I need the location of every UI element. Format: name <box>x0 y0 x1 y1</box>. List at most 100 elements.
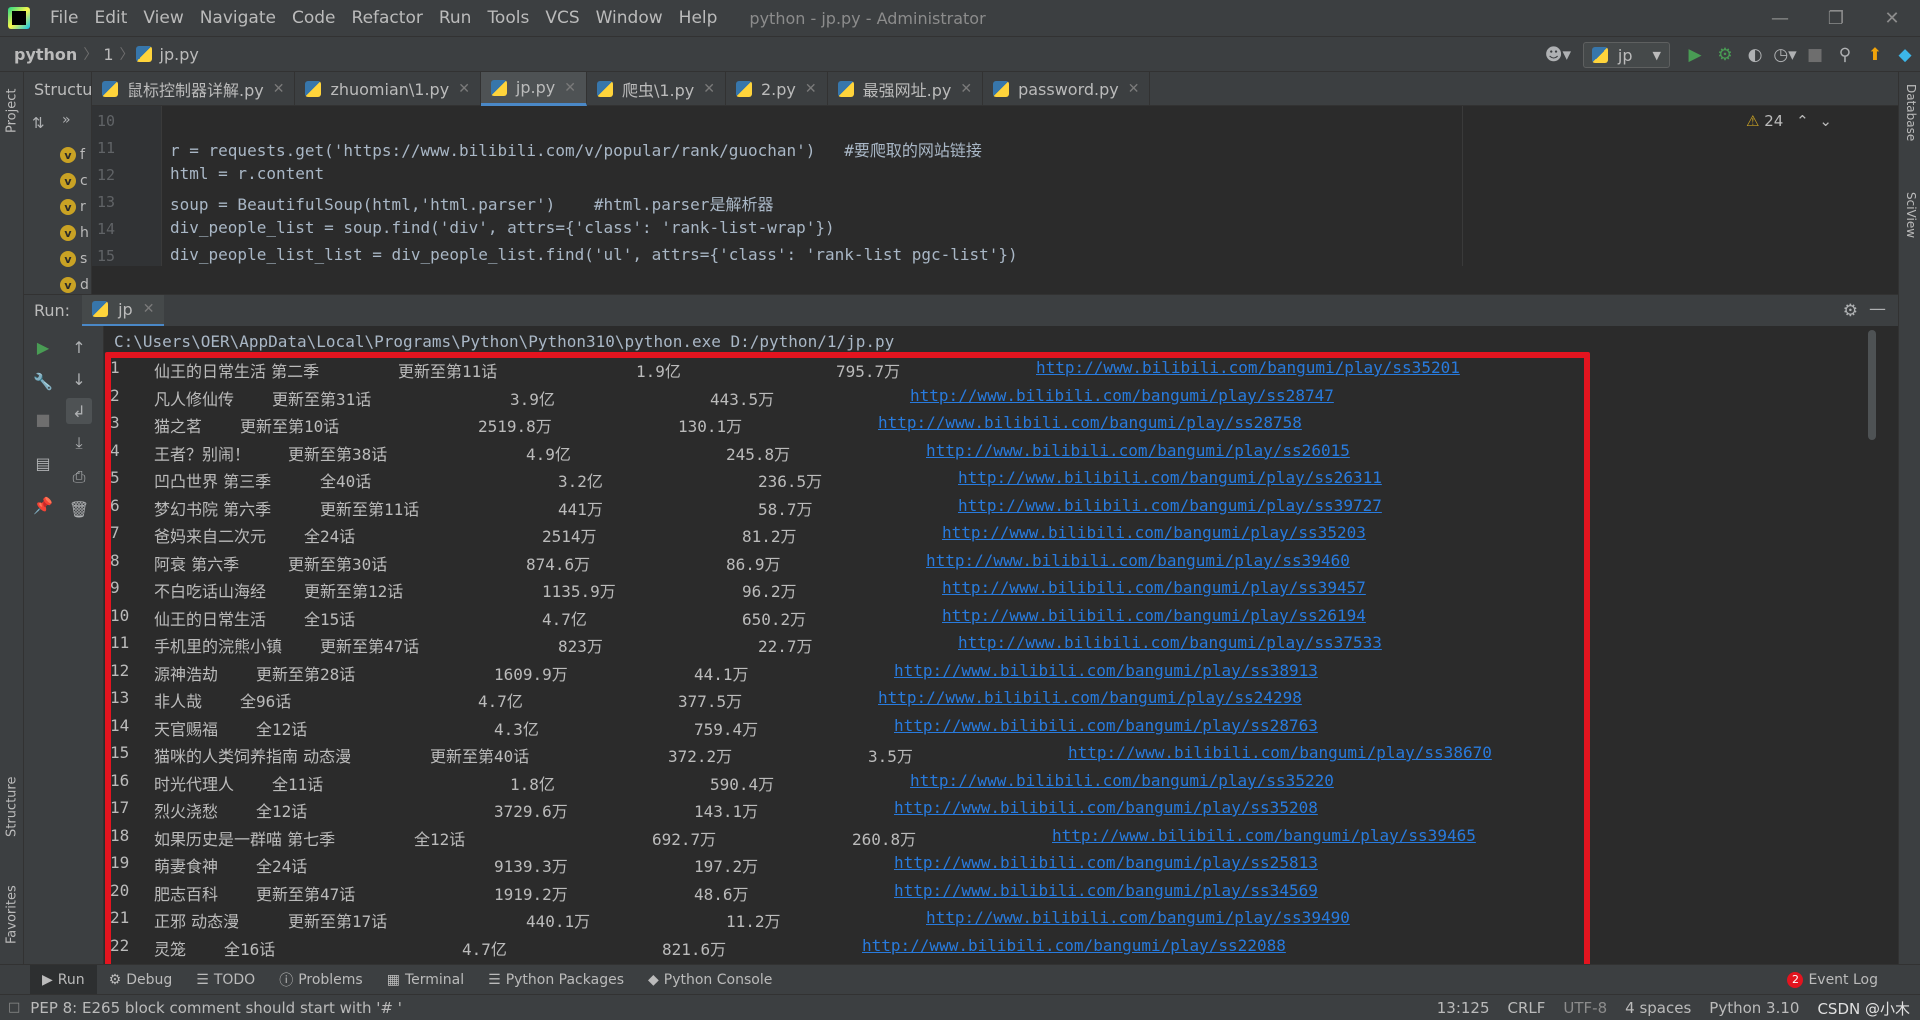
tab-problems[interactable]: ⓘ Problems <box>267 970 375 990</box>
close-tab-icon[interactable]: ✕ <box>960 81 972 97</box>
code-line[interactable]: soup = BeautifulSoup(html,'html.parser')… <box>170 191 773 215</box>
wrench-icon[interactable]: 🔧 <box>30 368 56 394</box>
status-toggle-icon[interactable]: □ <box>8 1000 20 1015</box>
favorites-tool-button[interactable]: Favorites <box>2 872 22 958</box>
caret-position[interactable]: 13:125 <box>1437 999 1490 1017</box>
close-icon[interactable]: ✕ <box>1864 0 1920 36</box>
structure-item[interactable]: vf <box>24 142 92 168</box>
tab-password[interactable]: password.py ✕ <box>983 72 1151 106</box>
expand-icon[interactable]: » <box>62 112 71 128</box>
play-link[interactable]: http://www.bilibili.com/bangumi/play/ss3… <box>926 551 1350 570</box>
tab-zhuomian[interactable]: zhuomian\1.py ✕ <box>295 72 481 106</box>
play-link[interactable]: http://www.bilibili.com/bangumi/play/ss3… <box>942 523 1366 542</box>
stop-icon[interactable]: ■ <box>30 406 56 432</box>
hide-icon[interactable]: — <box>1869 299 1886 319</box>
project-tool-button[interactable]: Project <box>2 76 22 146</box>
menu-run[interactable]: Run <box>431 8 480 28</box>
close-tab-icon[interactable]: ✕ <box>458 81 470 97</box>
breadcrumb-folder[interactable]: 1 <box>99 45 117 64</box>
play-link[interactable]: http://www.bilibili.com/bangumi/play/ss2… <box>862 936 1286 955</box>
play-link[interactable]: http://www.bilibili.com/bangumi/play/ss3… <box>1068 743 1492 762</box>
tab-python-console[interactable]: ◆ Python Console <box>636 972 784 988</box>
soft-wrap-icon[interactable]: ↲ <box>66 398 92 424</box>
play-link[interactable]: http://www.bilibili.com/bangumi/play/ss2… <box>910 386 1334 405</box>
menu-refactor[interactable]: Refactor <box>344 8 431 28</box>
code-line[interactable]: div_people_list_list = div_people_list.f… <box>170 245 1018 264</box>
indent-setting[interactable]: 4 spaces <box>1625 999 1691 1017</box>
pin-icon[interactable]: 📌 <box>30 492 56 518</box>
close-tab-icon[interactable]: ✕ <box>143 301 155 317</box>
play-link[interactable]: http://www.bilibili.com/bangumi/play/ss2… <box>894 716 1318 735</box>
user-icon[interactable]: ☻▾ <box>1543 40 1573 70</box>
play-link[interactable]: http://www.bilibili.com/bangumi/play/ss3… <box>910 771 1334 790</box>
rerun-icon[interactable]: ▶ <box>30 334 56 360</box>
play-link[interactable]: http://www.bilibili.com/bangumi/play/ss3… <box>926 908 1350 927</box>
play-link[interactable]: http://www.bilibili.com/bangumi/play/ss2… <box>958 468 1382 487</box>
line-separator[interactable]: CRLF <box>1508 999 1546 1017</box>
play-link[interactable]: http://www.bilibili.com/bangumi/play/ss3… <box>958 496 1382 515</box>
minimize-icon[interactable]: — <box>1752 0 1808 36</box>
close-tab-icon[interactable]: ✕ <box>703 81 715 97</box>
stop-icon[interactable]: ■ <box>1800 40 1830 70</box>
profile-icon[interactable]: ◷▾ <box>1770 40 1800 70</box>
tab-strongest-urls[interactable]: 最强网址.py ✕ <box>828 72 984 106</box>
play-link[interactable]: http://www.bilibili.com/bangumi/play/ss2… <box>926 441 1350 460</box>
play-link[interactable]: http://www.bilibili.com/bangumi/play/ss3… <box>894 661 1318 680</box>
code-line[interactable]: div_people_list = soup.find('div', attrs… <box>170 218 835 237</box>
play-link[interactable]: http://www.bilibili.com/bangumi/play/ss3… <box>942 578 1366 597</box>
play-link[interactable]: http://www.bilibili.com/bangumi/play/ss3… <box>958 633 1382 652</box>
play-link[interactable]: http://www.bilibili.com/bangumi/play/ss3… <box>894 881 1318 900</box>
search-icon[interactable]: ⚲ <box>1830 40 1860 70</box>
restore-icon[interactable]: ❐ <box>1808 0 1864 36</box>
menu-code[interactable]: Code <box>284 8 344 28</box>
sort-icon[interactable]: ⇅ <box>32 114 45 132</box>
chevron-up-icon[interactable]: ⌃ <box>1796 112 1809 130</box>
debug-icon[interactable]: ⚙ <box>1710 40 1740 70</box>
tab-run[interactable]: ▶ Run <box>30 964 97 995</box>
structure-item[interactable]: vs <box>24 246 92 272</box>
code-line[interactable]: html = r.content <box>170 164 324 183</box>
menu-navigate[interactable]: Navigate <box>192 8 284 28</box>
menu-window[interactable]: Window <box>588 8 671 28</box>
inspection-widget[interactable]: ⚠ 24 ⌃ ⌄ <box>1746 112 1832 130</box>
breadcrumb-project[interactable]: python <box>10 45 81 64</box>
close-tab-icon[interactable]: ✕ <box>564 80 576 96</box>
tab-mouse-controller[interactable]: 鼠标控制器详解.py ✕ <box>92 72 296 106</box>
coverage-icon[interactable]: ◐ <box>1740 40 1770 70</box>
database-tool-button[interactable]: Database <box>1900 84 1918 164</box>
play-link[interactable]: http://www.bilibili.com/bangumi/play/ss2… <box>878 413 1302 432</box>
structure-item[interactable]: vh <box>24 220 92 246</box>
file-encoding[interactable]: UTF-8 <box>1563 999 1607 1017</box>
tab-debug[interactable]: ⚙ Debug <box>97 972 185 988</box>
menu-help[interactable]: Help <box>671 8 726 28</box>
sciview-tool-button[interactable]: SciView <box>1900 192 1918 262</box>
run-tab-jp[interactable]: jp ✕ <box>82 294 165 327</box>
close-tab-icon[interactable]: ✕ <box>805 81 817 97</box>
menu-edit[interactable]: Edit <box>86 8 135 28</box>
close-tab-icon[interactable]: ✕ <box>1128 81 1140 97</box>
gear-icon[interactable]: ⚙ <box>1843 301 1858 321</box>
update-icon[interactable]: ⬆ <box>1860 40 1890 70</box>
arrow-down-icon[interactable]: ↓ <box>66 366 92 392</box>
tab-jp[interactable]: jp.py ✕ <box>480 72 587 106</box>
arrow-up-icon[interactable]: ↑ <box>66 334 92 360</box>
scroll-to-end-icon[interactable]: ⤓ <box>66 430 92 456</box>
layout-icon[interactable]: ▤ <box>30 450 56 476</box>
console-scrollbar[interactable] <box>1868 330 1876 440</box>
play-link[interactable]: http://www.bilibili.com/bangumi/play/ss2… <box>878 688 1302 707</box>
menu-vcs[interactable]: VCS <box>537 8 587 28</box>
play-link[interactable]: http://www.bilibili.com/bangumi/play/ss2… <box>894 853 1318 872</box>
play-link[interactable]: http://www.bilibili.com/bangumi/play/ss3… <box>1052 826 1476 845</box>
structure-tool-button[interactable]: Structure <box>2 762 22 852</box>
menu-view[interactable]: View <box>135 8 191 28</box>
play-link[interactable]: http://www.bilibili.com/bangumi/play/ss3… <box>894 798 1318 817</box>
tab-python-packages[interactable]: ☰ Python Packages <box>476 972 636 988</box>
tab-2[interactable]: 2.py ✕ <box>726 72 828 106</box>
run-icon[interactable]: ▶ <box>1680 40 1710 70</box>
interpreter[interactable]: Python 3.10 <box>1709 999 1799 1017</box>
jetbrains-icon[interactable]: ◆ <box>1890 40 1920 70</box>
code-editor[interactable]: 10 11 12 13 14 15 r = requests.get('http… <box>92 106 1898 266</box>
trash-icon[interactable]: 🗑 <box>66 496 92 522</box>
play-link[interactable]: http://www.bilibili.com/bangumi/play/ss2… <box>942 606 1366 625</box>
print-icon[interactable]: ⎙ <box>66 464 92 490</box>
